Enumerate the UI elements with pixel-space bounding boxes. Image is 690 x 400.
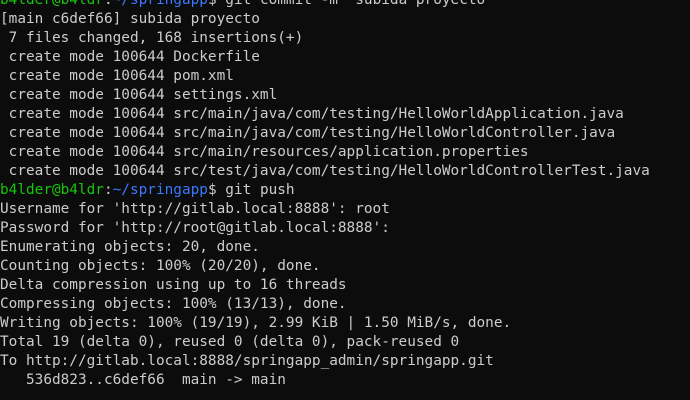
- output-line: Total 19 (delta 0), reused 0 (delta 0), …: [0, 334, 460, 350]
- output-line: create mode 100644 src/main/java/com/tes…: [0, 106, 624, 122]
- prompt-dollar: $: [207, 182, 217, 198]
- command-commit: git commit -m "subida proyecto": [216, 0, 494, 8]
- prompt-path: ~/springapp: [112, 0, 208, 8]
- output-line: Username for 'http://gitlab.local:8888':…: [0, 201, 390, 217]
- terminal-window[interactable]: b4lder@b4ldr:~/springapp$ git commit -m …: [0, 0, 690, 400]
- output-line: Password for 'http://root@gitlab.local:8…: [0, 220, 390, 236]
- prompt-separator: :: [103, 0, 113, 8]
- output-line: Counting objects: 100% (20/20), done.: [0, 258, 321, 274]
- command-push: git push: [216, 182, 295, 198]
- output-line: create mode 100644 src/main/java/com/tes…: [0, 125, 616, 141]
- output-line: To http://gitlab.local:8888/springapp_ad…: [0, 353, 494, 369]
- output-line: Delta compression using up to 16 threads: [0, 277, 347, 293]
- prompt-line-push: b4lder@b4ldr:~/springapp$ git push: [0, 181, 690, 200]
- prompt-separator: :: [103, 182, 113, 198]
- prompt-path: ~/springapp: [112, 182, 208, 198]
- output-line: 7 files changed, 168 insertions(+): [0, 30, 304, 46]
- output-line: Enumerating objects: 20, done.: [0, 239, 260, 255]
- output-line: create mode 100644 src/test/java/com/tes…: [0, 163, 650, 179]
- output-line: create mode 100644 pom.xml: [0, 68, 234, 84]
- output-line: Compressing objects: 100% (13/13), done.: [0, 296, 347, 312]
- prompt-line-commit: b4lder@b4ldr:~/springapp$ git commit -m …: [0, 0, 690, 10]
- output-line: create mode 100644 settings.xml: [0, 87, 278, 103]
- output-line: [main c6def66] subida proyecto: [0, 11, 260, 27]
- output-line: 536d823..c6def66 main -> main: [0, 372, 286, 388]
- output-line: create mode 100644 src/main/resources/ap…: [0, 144, 529, 160]
- prompt-user-host: b4lder@b4ldr: [0, 182, 104, 198]
- terminal-output: b4lder@b4ldr:~/springapp$ git commit -m …: [0, 0, 690, 390]
- prompt-dollar: $: [207, 0, 217, 8]
- output-line: create mode 100644 Dockerfile: [0, 49, 260, 65]
- prompt-user-host: b4lder@b4ldr: [0, 0, 104, 8]
- output-line: Writing objects: 100% (19/19), 2.99 KiB …: [0, 315, 512, 331]
